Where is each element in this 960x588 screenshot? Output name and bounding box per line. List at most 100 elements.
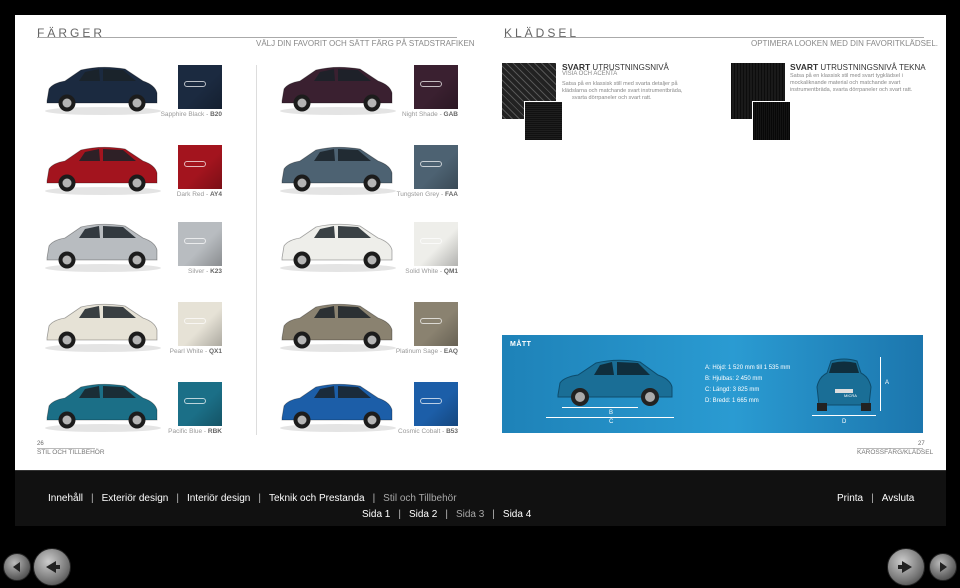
car-image-qx1: [45, 303, 161, 352]
dim-label-b: B: [609, 410, 614, 416]
left-page-number: 26: [37, 441, 44, 447]
dim-label-c: C: [609, 419, 614, 425]
color-swatch-gab: [414, 65, 458, 109]
color-swatch-rbk: [178, 382, 222, 426]
fabric-detail-tekna: [752, 101, 791, 141]
color-swatch-b53: [414, 382, 458, 426]
upholstery-text-1: Satsa på en klassisk still med svarta de…: [562, 81, 683, 101]
farger-divider: [37, 37, 457, 38]
nav-separator: |: [398, 509, 401, 520]
page-link-2[interactable]: Sida 3: [456, 509, 484, 520]
next-section-button[interactable]: [887, 548, 925, 586]
right-footer-text: KAROSSFÄRG/KLÄDSEL: [857, 449, 934, 456]
next-page-button[interactable]: [929, 553, 957, 581]
nav-separator: |: [492, 509, 495, 520]
color-swatch-qm1: [414, 222, 458, 266]
color-swatch-qx1: [178, 302, 222, 346]
plate-badge: MICRA: [844, 393, 857, 398]
viewer-page: FÄRGER VÄLJ DIN FAVORIT OCH SÄTT FÄRG PÅ…: [0, 0, 960, 588]
utility-link-1[interactable]: Avsluta: [882, 493, 915, 504]
page-link-3[interactable]: Sida 4: [503, 509, 531, 520]
dimensions-title: MÅTT: [510, 341, 532, 348]
brochure-spread: FÄRGER VÄLJ DIN FAVORIT OCH SÄTT FÄRG PÅ…: [15, 15, 946, 470]
car-image-rbk: [45, 383, 161, 432]
door-handle-icon: [420, 398, 442, 404]
arrow-right-icon: [898, 561, 912, 573]
kladsel-divider: [504, 37, 924, 38]
prev-page-button[interactable]: [3, 553, 31, 581]
dim-label-d: D: [842, 419, 847, 425]
utility-nav: Printa | Avsluta: [837, 493, 914, 504]
nav-separator: |: [176, 493, 179, 504]
nav-item-4[interactable]: Stil och Tillbehör: [383, 493, 456, 504]
column-divider: [256, 65, 257, 435]
door-handle-icon: [420, 161, 442, 167]
color-swatch-eaq: [414, 302, 458, 346]
right-page-number: 27: [918, 441, 925, 447]
color-label-faa: Tungsten Grey - FAA: [396, 191, 458, 198]
length-line: [546, 417, 674, 418]
color-swatch-faa: [414, 145, 458, 189]
door-handle-icon: [184, 161, 206, 167]
dimensions-panel: MÅTT B C A: Höjd: 1 520 mm till 1 535 mm…: [502, 335, 923, 433]
upholstery-title-2: SVART UTRUSTNINGSNIVÅ TEKNA: [790, 62, 926, 72]
upholstery-text-2: Satsa på en klassisk stil med svart tygk…: [790, 73, 913, 93]
arrow-left-icon: [13, 562, 20, 572]
spec-height: A: Höjd: 1 520 mm till 1 535 mm: [705, 365, 791, 371]
utility-link-0[interactable]: Printa: [837, 493, 863, 504]
door-handle-icon: [184, 81, 206, 87]
nav-separator: |: [91, 493, 94, 504]
nav-separator: |: [372, 493, 376, 504]
color-label-ay4: Dark Red - AY4: [176, 191, 222, 198]
page-nav: Sida 1 | Sida 2 | Sida 3 | Sida 4: [362, 509, 531, 520]
color-label-eaq: Platinum Sage - EAQ: [395, 348, 458, 355]
door-handle-icon: [184, 398, 206, 404]
arrow-right-icon: [940, 562, 947, 572]
color-label-qx1: Pearl White - QX1: [169, 348, 222, 355]
car-image-b53: [280, 383, 396, 432]
door-handle-icon: [420, 238, 442, 244]
farger-subtitle: VÄLJ DIN FAVORIT OCH SÄTT FÄRG PÅ STADST…: [256, 39, 475, 48]
nav-item-3[interactable]: Teknik och Prestanda: [269, 493, 365, 504]
car-image-b20: [45, 66, 161, 115]
car-image-faa: [280, 146, 396, 195]
color-label-b53: Cosmic Cobalt - B53: [398, 428, 458, 435]
car-side-view: [557, 359, 673, 406]
nav-item-1[interactable]: Exteriör design: [102, 493, 169, 504]
arrow-left-icon: [46, 561, 60, 573]
door-handle-icon: [420, 318, 442, 324]
car-image-qm1: [280, 223, 396, 272]
nav-separator: |: [871, 493, 874, 504]
color-swatch-b20: [178, 65, 222, 109]
car-image-eaq: [280, 303, 396, 352]
car-image-gab: [280, 66, 396, 115]
page-link-0[interactable]: Sida 1: [362, 509, 390, 520]
door-handle-icon: [184, 238, 206, 244]
color-label-rbk: Pacific Blue - RBK: [168, 428, 222, 435]
car-front-view: [816, 358, 872, 411]
color-swatch-k23: [178, 222, 222, 266]
color-label-qm1: Solid White - QM1: [405, 268, 458, 275]
nav-item-0[interactable]: Innehåll: [48, 493, 83, 504]
prev-section-button[interactable]: [33, 548, 71, 586]
spec-length: C: Längd: 3 825 mm: [705, 387, 760, 393]
upholstery-levels-1: VISIA OCH ACENTA: [562, 71, 618, 77]
car-image-ay4: [45, 146, 161, 195]
door-handle-icon: [184, 318, 206, 324]
color-label-gab: Night Shade - GAB: [401, 111, 458, 118]
navigation-bar: Innehåll | Exteriör design | Interiör design…: [15, 470, 946, 526]
page-link-1[interactable]: Sida 2: [409, 509, 437, 520]
main-nav: Innehåll | Exteriör design | Interiör design…: [48, 493, 457, 504]
nav-item-2[interactable]: Interiör design: [187, 493, 250, 504]
width-line: [812, 415, 876, 416]
nav-separator: |: [445, 509, 448, 520]
spec-wheelbase: B: Hjulbas: 2 450 mm: [705, 376, 763, 382]
nav-separator: |: [258, 493, 261, 504]
kladsel-subtitle: OPTIMERA LOOKEN MED DIN FAVORITKLÄDSEL.: [751, 39, 939, 48]
car-image-k23: [45, 223, 161, 272]
height-line: [880, 357, 881, 411]
color-label-k23: Silver - K23: [188, 268, 222, 275]
fabric-detail-visia: [524, 101, 563, 141]
door-handle-icon: [420, 81, 442, 87]
color-swatch-ay4: [178, 145, 222, 189]
